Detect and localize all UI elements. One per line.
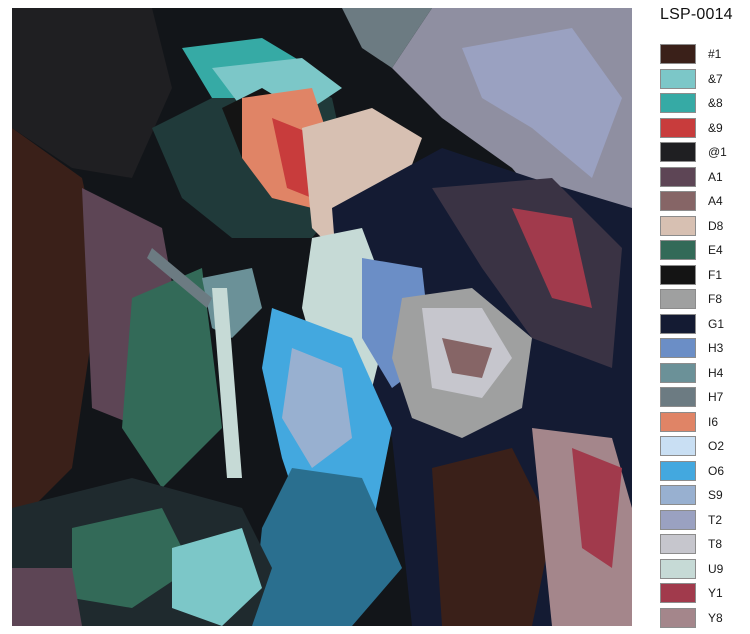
color-swatch (660, 44, 696, 65)
swatch-code: O2 (708, 439, 725, 454)
palette-row: H3 (660, 336, 740, 361)
color-swatch (660, 289, 696, 310)
palette-row: T2 (660, 508, 740, 533)
swatch-code: &7 (708, 71, 723, 86)
swatch-code: U9 (708, 561, 724, 576)
color-swatch (660, 338, 696, 359)
color-swatch (660, 313, 696, 334)
palette-row: H4 (660, 361, 740, 386)
palette-row: S9 (660, 483, 740, 508)
palette-row: @1 (660, 140, 740, 165)
portrait-illustration (12, 8, 632, 626)
palette-row: &7 (660, 67, 740, 92)
swatch-code: H4 (708, 365, 724, 380)
color-swatch (660, 436, 696, 457)
color-swatch (660, 362, 696, 383)
color-swatch (660, 583, 696, 604)
palette-row: A4 (660, 189, 740, 214)
palette-row: &8 (660, 91, 740, 116)
swatch-code: @1 (708, 145, 727, 160)
swatch-code: E4 (708, 243, 723, 258)
swatch-code: S9 (708, 488, 723, 503)
color-swatch (660, 68, 696, 89)
color-swatch (660, 191, 696, 212)
palette-row: H7 (660, 385, 740, 410)
palette-row: Y8 (660, 606, 740, 631)
color-swatch (660, 460, 696, 481)
palette-row: E4 (660, 238, 740, 263)
swatch-code: &9 (708, 120, 723, 135)
swatch-code: A1 (708, 169, 723, 184)
swatch-code: Y1 (708, 586, 723, 601)
palette-row: U9 (660, 557, 740, 582)
color-swatch (660, 215, 696, 236)
palette-row: #1 (660, 42, 740, 67)
swatch-code: T2 (708, 512, 723, 527)
color-swatch (660, 485, 696, 506)
swatch-code: A4 (708, 194, 723, 209)
color-swatch (660, 411, 696, 432)
swatch-code: D8 (708, 218, 724, 233)
color-swatch (660, 558, 696, 579)
color-swatch (660, 534, 696, 555)
swatch-code: T8 (708, 537, 723, 552)
swatch-code: #1 (708, 47, 722, 62)
swatch-code: F8 (708, 292, 723, 307)
swatch-code: &8 (708, 96, 723, 111)
palette-row: O2 (660, 434, 740, 459)
color-swatch (660, 264, 696, 285)
swatch-code: I6 (708, 414, 719, 429)
color-swatch (660, 509, 696, 530)
artwork-image (12, 8, 632, 626)
swatch-code: G1 (708, 316, 725, 331)
color-swatch (660, 142, 696, 163)
color-swatch (660, 117, 696, 138)
color-swatch (660, 166, 696, 187)
swatch-code: O6 (708, 463, 725, 478)
product-code: LSP-0014 (660, 6, 733, 23)
palette-row: O6 (660, 459, 740, 484)
color-swatch (660, 93, 696, 114)
color-palette-legend: #1 &7 &8 &9 @1 A1 A4 D8 E4 F1 F8 G1 H3 H… (660, 42, 740, 630)
palette-row: F1 (660, 263, 740, 288)
palette-row: Y1 (660, 581, 740, 606)
swatch-code: H7 (708, 390, 724, 405)
swatch-code: Y8 (708, 610, 723, 625)
palette-row: F8 (660, 287, 740, 312)
palette-row: D8 (660, 214, 740, 239)
color-swatch (660, 240, 696, 261)
palette-row: T8 (660, 532, 740, 557)
color-swatch (660, 607, 696, 628)
palette-row: A1 (660, 165, 740, 190)
color-swatch (660, 387, 696, 408)
palette-row: I6 (660, 410, 740, 435)
palette-row: &9 (660, 116, 740, 141)
swatch-code: H3 (708, 341, 724, 356)
palette-row: G1 (660, 312, 740, 337)
swatch-code: F1 (708, 267, 723, 282)
